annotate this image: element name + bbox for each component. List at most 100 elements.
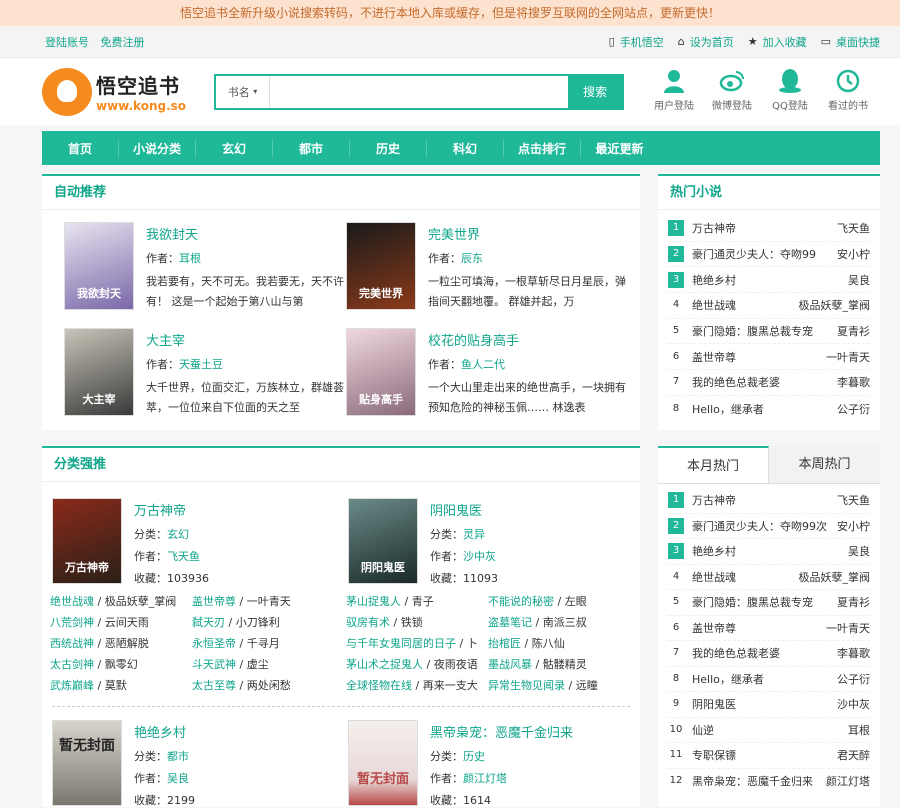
rank-row[interactable]: 4 绝世战魂 极品妖孽_掌阀 — [668, 565, 870, 590]
rank-row[interactable]: 10 仙逆 耳根 — [668, 718, 870, 743]
link-item[interactable]: 墨战风暴 / 骷髅精灵 — [488, 654, 630, 675]
mobile-link[interactable]: ▯ 手机悟空 — [609, 34, 664, 50]
category-push-title: 分类强推 — [42, 448, 640, 482]
book-cover[interactable]: 暂无封面 — [52, 720, 122, 806]
link-item[interactable]: 与千年女鬼同居的日子 / 卜 — [346, 633, 488, 654]
rank-row[interactable]: 1 万古神帝 飞天鱼 — [668, 488, 870, 514]
rank-row[interactable]: 5 豪门隐婚：腹黑总裁专宠 夏青衫 — [668, 319, 870, 345]
rank-row[interactable]: 7 我的绝色总裁老婆 李暮歌 — [668, 641, 870, 667]
book-title[interactable]: 大主宰 — [146, 330, 185, 349]
link-item[interactable]: 八荒剑神 / 云间天雨 — [50, 612, 192, 633]
nav-recent[interactable]: 最近更新 — [581, 140, 658, 157]
history-icon — [836, 69, 860, 93]
user-login-link[interactable]: 用户登陆 — [646, 68, 702, 112]
book-desc: 我若要有，天不可无。我若要无，天不许有！ 这是一个起始于第八山与第 — [146, 275, 344, 308]
rank-row[interactable]: 8 Hello，继承者 公子衍 — [668, 396, 870, 422]
rank-row[interactable]: 6 盖世帝尊 一叶青天 — [668, 616, 870, 641]
link-item[interactable]: 绝世战魂 / 极品妖孽_掌阀 — [50, 591, 192, 612]
top-bar: 登陆账号 免费注册 ▯ 手机悟空 ⌂ 设为首页 ★ 加入收藏 ▭ 桌面快捷 — [0, 26, 900, 58]
link-item[interactable]: 斗天武神 / 虚尘 — [192, 654, 334, 675]
history-link[interactable]: 看过的书 — [820, 68, 876, 112]
search-type-select[interactable]: 书名 ▾ — [216, 75, 270, 108]
header: 悟空追书 www.kong.so 书名 ▾ 搜索 用户登陆 微博登陆 QQ登陆 … — [0, 58, 900, 125]
nav-history[interactable]: 历史 — [350, 139, 427, 157]
rank-row[interactable]: 6 盖世帝尊 一叶青天 — [668, 344, 870, 371]
book-cover[interactable]: 大主宰 — [64, 328, 134, 416]
link-item[interactable]: 全球怪物在线 / 再来一支大 — [346, 675, 488, 696]
rank-row[interactable]: 3 艳绝乡村 吴良 — [668, 267, 870, 294]
book-title[interactable]: 艳绝乡村 — [134, 722, 186, 741]
nav-home[interactable]: 首页 — [42, 139, 119, 157]
nav-ranking[interactable]: 点击排行 — [504, 139, 581, 157]
search-button[interactable]: 搜索 — [568, 75, 622, 108]
rank-row[interactable]: 2 豪门通灵少夫人：夺吻99 安小柠 — [668, 242, 870, 268]
rank-row[interactable]: 8 Hello，继承者 公子衍 — [668, 667, 870, 692]
link-item[interactable]: 西统战神 / 恶陋解脱 — [50, 633, 192, 654]
login-link[interactable]: 登陆账号 — [45, 36, 89, 49]
rank-number: 10 — [668, 721, 684, 738]
rank-row[interactable]: 2 豪门通灵少夫人：夺吻99次 安小柠 — [668, 514, 870, 539]
qq-login-link[interactable]: QQ登陆 — [762, 68, 818, 112]
rank-row[interactable]: 11 专职保镖 君天醉 — [668, 743, 870, 769]
rank-row[interactable]: 12 黑帝枭宠：恶魔千金归来 颜江灯塔 — [668, 769, 870, 795]
link-grid-left: 绝世战魂 / 极品妖孽_掌阀 盖世帝尊 / 一叶青天 八荒剑神 / 云间天雨 弑天刃… — [50, 591, 334, 696]
book-cover[interactable]: 贴身高手 — [346, 328, 416, 416]
register-link[interactable]: 免费注册 — [101, 36, 145, 49]
book-title[interactable]: 黑帝枭宠：恶魔千金归来 — [430, 722, 573, 741]
book-title[interactable]: 校花的贴身高手 — [428, 330, 519, 349]
tab-weekly[interactable]: 本周热门 — [769, 446, 880, 483]
link-item[interactable]: 异常生物见闻录 / 远瞳 — [488, 675, 630, 696]
rank-row[interactable]: 7 我的绝色总裁老婆 李暮歌 — [668, 370, 870, 396]
favorite-link[interactable]: ★ 加入收藏 — [748, 34, 807, 50]
link-item[interactable]: 盗墓笔记 / 南派三叔 — [488, 612, 630, 633]
link-item[interactable]: 茅山捉鬼人 / 青子 — [346, 591, 488, 612]
nav-urban[interactable]: 都市 — [273, 139, 350, 157]
logo-title: 悟空追书 — [96, 74, 180, 98]
desktop-link[interactable]: ▭ 桌面快捷 — [821, 34, 880, 50]
rank-number: 11 — [668, 747, 684, 764]
link-item[interactable]: 不能说的秘密 / 左眼 — [488, 591, 630, 612]
nav-fantasy[interactable]: 玄幻 — [196, 139, 273, 157]
book-cover[interactable]: 暂无封面 — [348, 720, 418, 806]
book-author: 作者：鱼人二代 — [428, 358, 505, 371]
dashed-divider — [52, 706, 630, 707]
book-title[interactable]: 阴阳鬼医 — [430, 500, 482, 519]
link-item[interactable]: 永恒圣帝 / 千寻月 — [192, 633, 334, 654]
weibo-login-link[interactable]: 微博登陆 — [704, 68, 760, 112]
rank-row[interactable]: 3 艳绝乡村 吴良 — [668, 539, 870, 565]
link-item[interactable]: 驭房有术 / 铁锁 — [346, 612, 488, 633]
rank-row[interactable]: 5 豪门隐婚：腹黑总裁专宠 夏青衫 — [668, 590, 870, 616]
book-cover[interactable]: 我欲封天 — [64, 222, 134, 310]
link-item[interactable]: 太古剑神 / 飘零幻 — [50, 654, 192, 675]
rank-number: 2 — [668, 517, 684, 534]
rank-row[interactable]: 9 阴阳鬼医 沙中灰 — [668, 692, 870, 718]
rank-row[interactable]: 4 绝世战魂 极品妖孽_掌阀 — [668, 293, 870, 319]
book-category: 分类：玄幻 — [134, 528, 189, 541]
book-desc: 一粒尘可填海，一根草斩尽日月星辰，弹指间天翻地覆。 群雄并起，万 — [428, 275, 626, 308]
book-item: 贴身高手 校花的贴身高手 作者：鱼人二代 一个大山里走出来的绝世高手，一块拥有预… — [346, 328, 626, 428]
book-cover[interactable]: 阴阳鬼医 — [348, 498, 418, 584]
hot-rank-list: 1 万古神帝 飞天鱼 2 豪门通灵少夫人：夺吻99 安小柠 3 艳绝乡村 吴良 4 绝世战魂极… — [658, 210, 880, 422]
rank-row[interactable]: 1 万古神帝 飞天鱼 — [668, 216, 870, 242]
book-cover[interactable]: 完美世界 — [346, 222, 416, 310]
book-title[interactable]: 完美世界 — [428, 224, 480, 243]
homepage-link[interactable]: ⌂ 设为首页 — [678, 34, 734, 50]
link-item[interactable]: 太古至尊 / 两处闲愁 — [192, 675, 334, 696]
book-cover[interactable]: 万古神帝 — [52, 498, 122, 584]
logo[interactable]: 悟空追书 www.kong.so — [42, 67, 192, 116]
star-icon: ★ — [747, 35, 758, 48]
link-item[interactable]: 盖世帝尊 / 一叶青天 — [192, 591, 334, 612]
link-item[interactable]: 武炼巅峰 / 莫默 — [50, 675, 192, 696]
monthly-hot-panel: 本月热门 本周热门 1 万古神帝 飞天鱼 2 豪门通灵少夫人：夺吻99次 安小柠 3 艳绝… — [658, 446, 880, 807]
nav-categories[interactable]: 小说分类 — [119, 139, 196, 157]
book-title[interactable]: 万古神帝 — [134, 500, 186, 519]
link-item[interactable]: 抬棺匠 / 陈八仙 — [488, 633, 630, 654]
rank-number: 1 — [668, 492, 684, 509]
book-title[interactable]: 我欲封天 — [146, 224, 198, 243]
link-item[interactable]: 茅山术之捉鬼人 / 夜雨夜语 — [346, 654, 488, 675]
link-item[interactable]: 弑天刃 / 小刀锋利 — [192, 612, 334, 633]
tab-monthly[interactable]: 本月热门 — [658, 446, 769, 483]
search-input[interactable] — [270, 75, 568, 108]
nav-scifi[interactable]: 科幻 — [427, 139, 504, 157]
book-views: 收藏：103936 — [134, 572, 209, 585]
